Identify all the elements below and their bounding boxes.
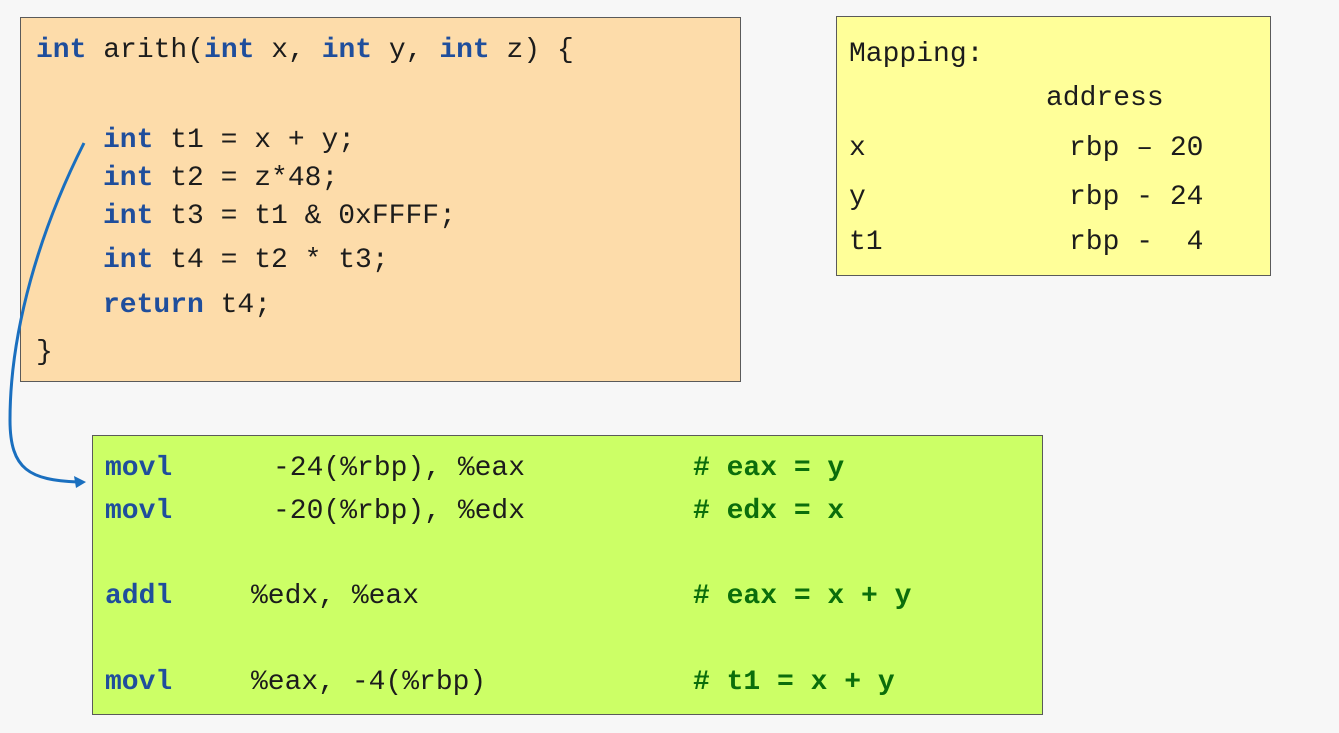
keyword: int: [36, 35, 87, 66]
closing-brace: }: [36, 337, 53, 368]
code-text: z) {: [489, 35, 574, 66]
mapping-title: Mapping:: [849, 39, 984, 70]
keyword: return: [103, 290, 204, 321]
asm-line: addl %edx, %eax # eax = x + y: [105, 580, 911, 614]
code-text: t1 = x + y;: [153, 125, 356, 156]
asm-comment: # edx = x: [693, 496, 845, 527]
code-line-t4: int t4 = t2 * t3;: [103, 244, 389, 278]
code-text: arith(: [86, 35, 205, 66]
code-text: t3 = t1 & 0xFFFF;: [153, 201, 456, 232]
asm-opcode: movl: [105, 667, 173, 698]
mapping-addr: rbp - 24: [1069, 182, 1204, 213]
code-line-t1: int t1 = x + y;: [103, 124, 355, 158]
keyword: int: [321, 35, 373, 66]
assembly-box: movl -24(%rbp), %eax # eax = y movl -20(%rb…: [92, 435, 1043, 715]
asm-line: movl -20(%rbp), %edx # edx = x: [105, 495, 844, 529]
keyword: int: [103, 125, 154, 156]
code-text: t4;: [203, 290, 272, 321]
asm-comment: # eax = y: [693, 453, 845, 484]
keyword: int: [103, 245, 154, 276]
asm-args: -20(%rbp), %edx: [273, 496, 526, 527]
asm-line: movl %eax, -4(%rbp) # t1 = x + y: [105, 666, 895, 700]
code-text: t2 = z*48;: [153, 163, 339, 194]
mapping-box: Mapping: address x rbp – 20 y rbp - 24 t…: [836, 16, 1271, 276]
asm-args: -24(%rbp), %eax: [273, 453, 526, 484]
keyword: int: [103, 163, 154, 194]
mapping-var: y: [849, 182, 866, 213]
asm-comment: # t1 = x + y: [693, 667, 895, 698]
asm-args: %edx, %eax: [251, 581, 420, 612]
mapping-addr: rbp - 4: [1069, 227, 1204, 258]
mapping-addr: rbp – 20: [1069, 133, 1204, 164]
asm-opcode: movl: [105, 453, 173, 484]
code-line-t2: int t2 = z*48;: [103, 162, 338, 196]
keyword: int: [439, 35, 490, 66]
asm-comment: # eax = x + y: [693, 581, 912, 612]
code-text: t4 = t2 * t3;: [153, 245, 389, 276]
function-signature: int arith(int x, int y, int z) {: [36, 34, 574, 68]
asm-opcode: movl: [105, 496, 173, 527]
mapping-header-address: address: [1046, 83, 1164, 114]
asm-opcode: addl: [105, 581, 173, 612]
code-text: x,: [254, 35, 322, 66]
arrowhead-icon: [74, 476, 86, 488]
code-line-return: return t4;: [103, 289, 271, 323]
asm-line: movl -24(%rbp), %eax # eax = y: [105, 452, 844, 486]
asm-args: %eax, -4(%rbp): [251, 667, 487, 698]
mapping-var: t1: [849, 227, 883, 258]
mapping-var: x: [849, 133, 866, 164]
code-text: y,: [372, 35, 440, 66]
source-code-box: int arith(int x, int y, int z) { int t1 …: [20, 17, 741, 382]
keyword: int: [103, 201, 154, 232]
code-line-t3: int t3 = t1 & 0xFFFF;: [103, 200, 456, 234]
keyword: int: [204, 35, 255, 66]
